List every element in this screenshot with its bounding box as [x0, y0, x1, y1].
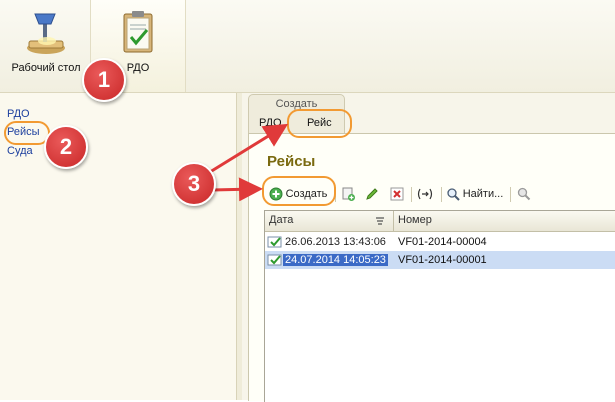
cell-date-text: 26.06.2013 13:43:06: [285, 236, 386, 248]
clipboard-check-icon: [123, 11, 153, 53]
step-badge-3: 3: [172, 162, 216, 206]
delete-icon: [390, 187, 404, 201]
section-desktop[interactable]: Рабочий стол: [4, 0, 88, 92]
desktop-lamp-icon: [27, 13, 65, 54]
form-title: Рейсы: [267, 153, 316, 170]
nav-item-rdo[interactable]: РДО: [7, 108, 30, 120]
section-desktop-label: Рабочий стол: [11, 62, 81, 74]
search-icon: [447, 187, 460, 201]
sort-icon[interactable]: [375, 216, 385, 226]
cancel-search-icon: [517, 187, 531, 201]
edit-button[interactable]: [363, 184, 381, 204]
trips-table: Дата Номер 26.06.2013 13:43:06 VF01-2014…: [264, 210, 615, 402]
interval-icon: [417, 188, 433, 200]
nav-item-suda[interactable]: Суда: [7, 145, 33, 157]
step-badge-2: 2: [44, 125, 88, 169]
delete-button[interactable]: [388, 184, 406, 204]
step-badge-1: 1: [82, 58, 126, 102]
highlight-reisy-nav: [4, 121, 50, 145]
highlight-create-reis: [287, 109, 352, 138]
posted-document-icon: [267, 254, 282, 265]
cell-date: 26.06.2013 13:43:06: [267, 235, 388, 249]
toolbar-separator: [441, 187, 442, 202]
cell-number: VF01-2014-00001: [398, 254, 487, 266]
posted-document-icon: [267, 236, 282, 247]
toolbar-separator: [411, 187, 412, 202]
toolbar-separator: [510, 187, 511, 202]
pencil-icon: [366, 188, 378, 200]
find-button[interactable]: Найти...: [446, 184, 504, 204]
cell-date-text: 24.07.2014 14:05:23: [283, 254, 388, 266]
column-header-number[interactable]: Номер: [398, 214, 432, 226]
table-row[interactable]: 26.06.2013 13:43:06 VF01-2014-00004: [265, 233, 615, 251]
create-rdo-link[interactable]: РДО: [259, 117, 282, 129]
column-divider[interactable]: [393, 211, 394, 231]
copy-button[interactable]: [339, 184, 357, 204]
table-header: Дата Номер: [265, 211, 615, 232]
cell-date: 24.07.2014 14:05:23: [267, 253, 388, 267]
cancel-search-button[interactable]: [515, 184, 533, 204]
column-header-date[interactable]: Дата: [269, 214, 293, 226]
highlight-create-button: [262, 176, 336, 206]
interval-button[interactable]: [415, 184, 435, 204]
find-button-label: Найти...: [462, 188, 504, 200]
list-form: Рейсы Создать Найти... Дата Номер 26.06.…: [248, 133, 615, 402]
copy-add-icon: [342, 187, 355, 201]
cell-number: VF01-2014-00004: [398, 236, 487, 248]
table-row-selected[interactable]: 24.07.2014 14:05:23 VF01-2014-00001: [265, 251, 615, 269]
